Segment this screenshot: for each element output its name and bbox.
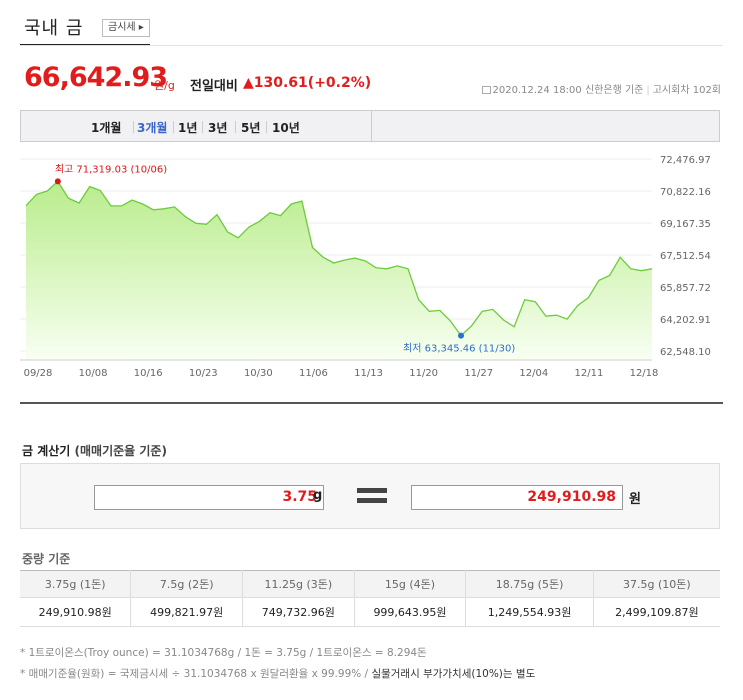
gold-price-tag-button[interactable]: 금시세 ▸	[102, 19, 150, 37]
x-tick-label: 11/06	[299, 368, 328, 379]
period-3m[interactable]: 3개월	[137, 119, 167, 136]
price-change: ▲130.61(+0.2%)	[243, 75, 372, 91]
chart-high-label: 최고 71,319.03 (10/06)	[55, 163, 167, 175]
y-tick-label: 72,476.97	[660, 155, 711, 166]
period-10y[interactable]: 10년	[272, 119, 300, 136]
y-tick-label: 62,548.10	[660, 347, 711, 358]
section-divider	[20, 402, 723, 404]
period-1m[interactable]: 1개월	[91, 119, 121, 136]
weight-table-header: 3.75g (1돈) 7.5g (2돈) 11.25g (3돈) 15g (4돈…	[20, 570, 720, 598]
x-tick-label: 11/20	[409, 368, 438, 379]
meta-round: 고시회차 102회	[652, 85, 721, 96]
y-tick-label: 69,167.35	[660, 219, 711, 230]
meta-source: 신한은행 기준	[584, 85, 644, 96]
weight-value: 2,499,109.87원	[593, 597, 720, 627]
weight-input[interactable]: 3.75	[94, 485, 324, 510]
period-5y[interactable]: 5년	[241, 119, 260, 136]
footnote-vat: 실물거래시 부가가치세(10%)는 별도	[371, 668, 536, 680]
weight-value: 499,821.97원	[130, 597, 244, 627]
calculator-subtitle: (매매기준율 기준)	[74, 444, 167, 458]
calculator-box: 3.75 g 249,910.98 원	[20, 463, 720, 529]
period-selector: 1개월 3개월 1년 3년 5년 10년	[20, 110, 720, 142]
prev-day-label: 전일대비	[190, 79, 238, 94]
current-price: 66,642.93	[24, 62, 168, 93]
calculator-title: 금 계산기 (매매기준율 기준)	[22, 442, 167, 459]
weight-table: 3.75g (1돈) 7.5g (2돈) 11.25g (3돈) 15g (4돈…	[20, 570, 720, 627]
footnote-rate-text: * 매매기준율(원화) = 국제금시세 ÷ 31.1034768 x 원달러환율…	[20, 668, 372, 680]
period-1y[interactable]: 1년	[178, 119, 197, 136]
footnote-rate: * 매매기준율(원화) = 국제금시세 ÷ 31.1034768 x 원달러환율…	[20, 664, 535, 685]
price-chart: 72,476.97 70,822.16 69,167.35 67,512.54 65,8…	[20, 155, 711, 379]
result-unit: 원	[629, 492, 641, 507]
x-tick-label: 12/18	[630, 368, 659, 379]
price-unit: 원/g	[154, 79, 175, 92]
equals-icon	[357, 488, 387, 504]
meta-datetime: 2020.12.24 18:00	[492, 85, 582, 96]
x-tick-label: 12/11	[574, 368, 603, 379]
weight-value: 999,643.95원	[354, 597, 467, 627]
chart-low-label: 최저 63,345.46 (11/30)	[403, 343, 515, 355]
y-tick-label: 65,857.72	[660, 283, 711, 294]
calculator-title-text: 금 계산기	[22, 444, 71, 458]
weight-header: 11.25g (3돈)	[242, 570, 355, 598]
footnote-troy: * 1트로이온스(Troy ounce) = 31.1034768g / 1돈 …	[20, 647, 427, 659]
weight-header: 18.75g (5돈)	[465, 570, 594, 598]
header-divider	[20, 45, 723, 46]
result-field[interactable]: 249,910.98	[411, 485, 623, 510]
x-tick-label: 10/08	[79, 368, 108, 379]
chart-high-marker	[54, 178, 61, 185]
y-tick-label: 64,202.91	[660, 315, 711, 326]
y-tick-label: 67,512.54	[660, 251, 711, 262]
x-tick-label: 12/04	[519, 368, 548, 379]
x-tick-label: 10/16	[134, 368, 163, 379]
weight-value: 749,732.96원	[242, 597, 355, 627]
clock-icon	[481, 86, 491, 94]
page-header: 국내 금 금시세 ▸	[20, 12, 150, 46]
weight-unit: g	[313, 488, 323, 503]
page-title: 국내 금	[24, 18, 84, 39]
table-row: 249,910.98원 499,821.97원 749,732.96원 999,…	[20, 597, 720, 627]
weight-table-title: 중량 기준	[22, 552, 71, 566]
x-tick-label: 10/23	[189, 368, 218, 379]
x-tick-label: 10/30	[244, 368, 273, 379]
chart-low-marker	[458, 332, 465, 339]
price-area	[26, 181, 652, 360]
weight-value: 1,249,554.93원	[465, 597, 594, 627]
weight-header: 15g (4돈)	[354, 570, 467, 598]
x-tick-label: 11/27	[464, 368, 493, 379]
x-tick-label: 11/13	[354, 368, 383, 379]
weight-value: 249,910.98원	[20, 597, 132, 627]
weight-header: 37.5g (10돈)	[593, 570, 720, 598]
y-tick-label: 70,822.16	[660, 187, 711, 198]
x-tick-label: 09/28	[24, 368, 53, 379]
footnotes: * 1트로이온스(Troy ounce) = 31.1034768g / 1돈 …	[20, 643, 535, 685]
weight-header: 7.5g (2돈)	[130, 570, 244, 598]
period-3y[interactable]: 3년	[208, 119, 227, 136]
price-meta: 2020.12.24 18:00 신한은행 기준 | 고시회차 102회	[481, 81, 721, 96]
weight-header: 3.75g (1돈)	[20, 570, 132, 598]
